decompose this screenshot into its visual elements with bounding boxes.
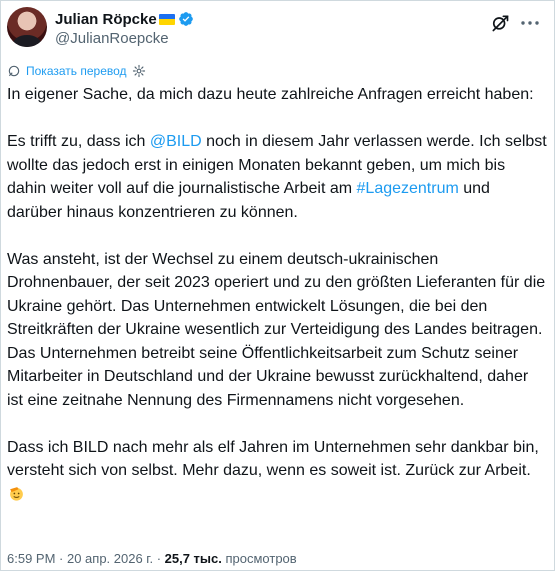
views-label: просмотров: [221, 551, 297, 566]
post-date[interactable]: 20 апр. 2026 г.: [67, 551, 153, 566]
show-translation-link[interactable]: Показать перевод: [26, 64, 127, 78]
post-text: In eigener Sache, da mich dazu heute zah…: [7, 83, 547, 530]
name-row: Julian Röpcke: [55, 9, 194, 29]
post-paragraph-4: Dass ich BILD nach mehr als elf Jahren i…: [7, 436, 547, 507]
post-card: Julian Röpcke @JulianRoepcke Показать пе…: [0, 0, 555, 571]
post-text-segment: Dass ich BILD nach mehr als elf Jahren i…: [7, 438, 539, 480]
grok-icon[interactable]: [490, 13, 510, 33]
post-time[interactable]: 6:59 PM: [7, 551, 55, 566]
post-text-segment: Es trifft zu, dass ich: [7, 133, 150, 150]
meta-separator: ·: [153, 551, 165, 566]
display-name[interactable]: Julian Röpcke: [55, 11, 157, 28]
post-header: Julian Röpcke @JulianRoepcke: [7, 7, 548, 51]
ukraine-flag-icon: [158, 13, 175, 25]
mention-link[interactable]: @BILD: [150, 133, 202, 150]
meta-separator: ·: [55, 551, 67, 566]
author-block: Julian Röpcke @JulianRoepcke: [55, 9, 194, 47]
post-paragraph-3: Was ansteht, ist der Wechsel zu einem de…: [7, 250, 546, 409]
user-handle[interactable]: @JulianRoepcke: [55, 30, 194, 47]
translate-icon: [8, 65, 20, 77]
avatar[interactable]: [7, 7, 47, 47]
hashtag-link[interactable]: #Lagezentrum: [357, 180, 459, 197]
post-meta: 6:59 PM · 20 апр. 2026 г. · 25,7 тыс. пр…: [7, 551, 297, 566]
more-options-icon[interactable]: [518, 11, 542, 35]
views-count: 25,7 тыс.: [164, 551, 222, 566]
verified-badge-icon[interactable]: [178, 11, 194, 27]
post-paragraph-2: Es trifft zu, dass ich @BILD noch in die…: [7, 130, 547, 224]
post-paragraph-1: In eigener Sache, da mich dazu heute zah…: [7, 86, 534, 103]
gear-icon[interactable]: [132, 64, 146, 78]
saluting-face-emoji-icon: [10, 486, 23, 501]
translate-row[interactable]: Показать перевод: [7, 64, 146, 78]
